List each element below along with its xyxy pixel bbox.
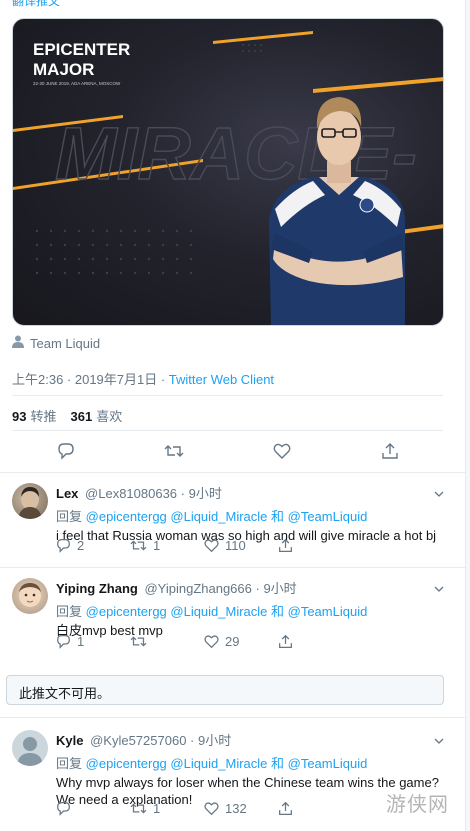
reply-icon	[57, 802, 70, 816]
heart-icon	[204, 802, 219, 816]
divider	[12, 430, 443, 431]
reply-time[interactable]: · 9小时	[190, 733, 231, 748]
reply-author-handle[interactable]: @Kyle57257060	[90, 733, 186, 748]
reply-icon	[57, 539, 70, 553]
reply-author-handle[interactable]: @Lex81080636	[85, 486, 177, 501]
chevron-down-icon[interactable]	[434, 485, 444, 500]
reply-action[interactable]: 2	[56, 538, 130, 553]
retweets-stat[interactable]: 93 转推	[12, 406, 56, 425]
reply-header: Kyle @Kyle57257060 · 9小时	[56, 730, 440, 749]
reply-author-name[interactable]: Lex	[56, 486, 78, 501]
avatar[interactable]	[12, 483, 48, 519]
share-icon	[279, 538, 292, 552]
replying-to: 回复 @epicentergg @Liquid_Miracle 和 @TeamL…	[56, 509, 368, 524]
reply-action[interactable]	[56, 801, 130, 816]
reply-icon	[57, 635, 70, 649]
share-icon	[279, 801, 292, 815]
user-icon	[12, 335, 24, 351]
retweet-action[interactable]: 1	[130, 801, 204, 816]
event-logo-line2: MAJOR	[33, 60, 94, 79]
reply-actions: 1 132	[56, 801, 352, 816]
retweet-icon[interactable]	[163, 440, 185, 462]
reply-actions: 2 1 110	[56, 538, 352, 553]
divider	[12, 395, 443, 396]
share-action[interactable]	[278, 801, 352, 816]
reply-time[interactable]: · 9小时	[256, 581, 297, 596]
orange-streak	[313, 77, 443, 93]
reply-header: Lex @Lex81080636 · 9小时	[56, 483, 440, 502]
heart-icon	[204, 539, 219, 553]
share-icon[interactable]	[379, 440, 401, 462]
reply-mentions[interactable]: @epicentergg @Liquid_Miracle 和 @TeamLiqu…	[86, 604, 368, 619]
tweet-client-link[interactable]: Twitter Web Client	[169, 372, 274, 387]
reply-author-name[interactable]: Yiping Zhang	[56, 581, 138, 596]
reply-body: Kyle @Kyle57257060 · 9小时 回复 @epicentergg…	[56, 730, 440, 808]
reply-icon[interactable]	[55, 440, 77, 462]
chevron-down-icon[interactable]	[434, 732, 444, 747]
replying-to: 回复 @epicentergg @Liquid_Miracle 和 @TeamL…	[56, 604, 368, 619]
reply-tweet[interactable]: Yiping Zhang @YipingZhang666 · 9小时 回复 @e…	[0, 567, 466, 664]
media-credit-label: Team Liquid	[30, 335, 101, 351]
retweet-action[interactable]: 1	[130, 538, 204, 553]
reply-body: Yiping Zhang @YipingZhang666 · 9小时 回复 @e…	[56, 578, 440, 639]
heart-icon	[204, 635, 219, 649]
like-action[interactable]: 132	[204, 801, 278, 816]
retweet-action[interactable]	[130, 634, 204, 649]
reply-time[interactable]: · 9小时	[181, 486, 222, 501]
scrollbar[interactable]	[466, 0, 470, 831]
orange-streak	[213, 31, 313, 44]
reply-actions: 1 29	[56, 634, 352, 649]
tweet-actions	[12, 440, 444, 462]
media-credit[interactable]: Team Liquid	[12, 335, 100, 351]
tweet-detail-page: 翻译推文 MIRACLE- EPICENTER MAJOR 22-30 JUNE…	[0, 0, 466, 831]
retweet-icon	[130, 540, 147, 551]
like-action[interactable]: 29	[204, 634, 278, 649]
heart-icon[interactable]	[271, 440, 293, 462]
share-action[interactable]	[278, 538, 352, 553]
avatar[interactable]	[12, 578, 48, 614]
tweet-stats: 93 转推 361 喜欢	[12, 406, 122, 425]
epicenter-major-graphic: MIRACLE- EPICENTER MAJOR 22-30 JUNE 2019…	[13, 31, 443, 325]
retweet-icon	[130, 636, 147, 647]
tweet-timestamp-line: 上午2:36 · 2019年7月1日 · Twitter Web Client	[12, 369, 274, 388]
avatar[interactable]	[12, 730, 48, 766]
reply-author-handle[interactable]: @YipingZhang666	[144, 581, 251, 596]
tweet-unavailable-notice: 此推文不可用。	[6, 675, 444, 705]
tweet-image[interactable]: MIRACLE- EPICENTER MAJOR 22-30 JUNE 2019…	[12, 18, 444, 326]
retweet-icon	[130, 803, 147, 814]
chevron-down-icon[interactable]	[434, 580, 444, 595]
reply-mentions[interactable]: @epicentergg @Liquid_Miracle 和 @TeamLiqu…	[86, 509, 368, 524]
reply-action[interactable]: 1	[56, 634, 130, 649]
reply-author-name[interactable]: Kyle	[56, 733, 83, 748]
share-action[interactable]	[278, 634, 352, 649]
like-action[interactable]: 110	[204, 538, 278, 553]
reply-body: Lex @Lex81080636 · 9小时 回复 @epicentergg @…	[56, 483, 440, 544]
translate-tweet-link[interactable]: 翻译推文	[12, 0, 60, 9]
watermark-logo: 游侠网	[386, 792, 449, 816]
reply-header: Yiping Zhang @YipingZhang666 · 9小时	[56, 578, 440, 597]
reply-mentions[interactable]: @epicentergg @Liquid_Miracle 和 @TeamLiqu…	[86, 756, 368, 771]
tweet-time[interactable]: 上午2:36 · 2019年7月1日 ·	[12, 372, 169, 387]
reply-tweet[interactable]: Lex @Lex81080636 · 9小时 回复 @epicentergg @…	[0, 472, 466, 567]
likes-stat[interactable]: 361 喜欢	[70, 406, 122, 425]
share-icon	[279, 634, 292, 648]
replying-to: 回复 @epicentergg @Liquid_Miracle 和 @TeamL…	[56, 756, 368, 771]
event-logo-line1: EPICENTER	[33, 40, 130, 59]
event-logo-subtitle: 22-30 JUNE 2019, ADA ARENA, MOSCOW	[33, 81, 121, 86]
